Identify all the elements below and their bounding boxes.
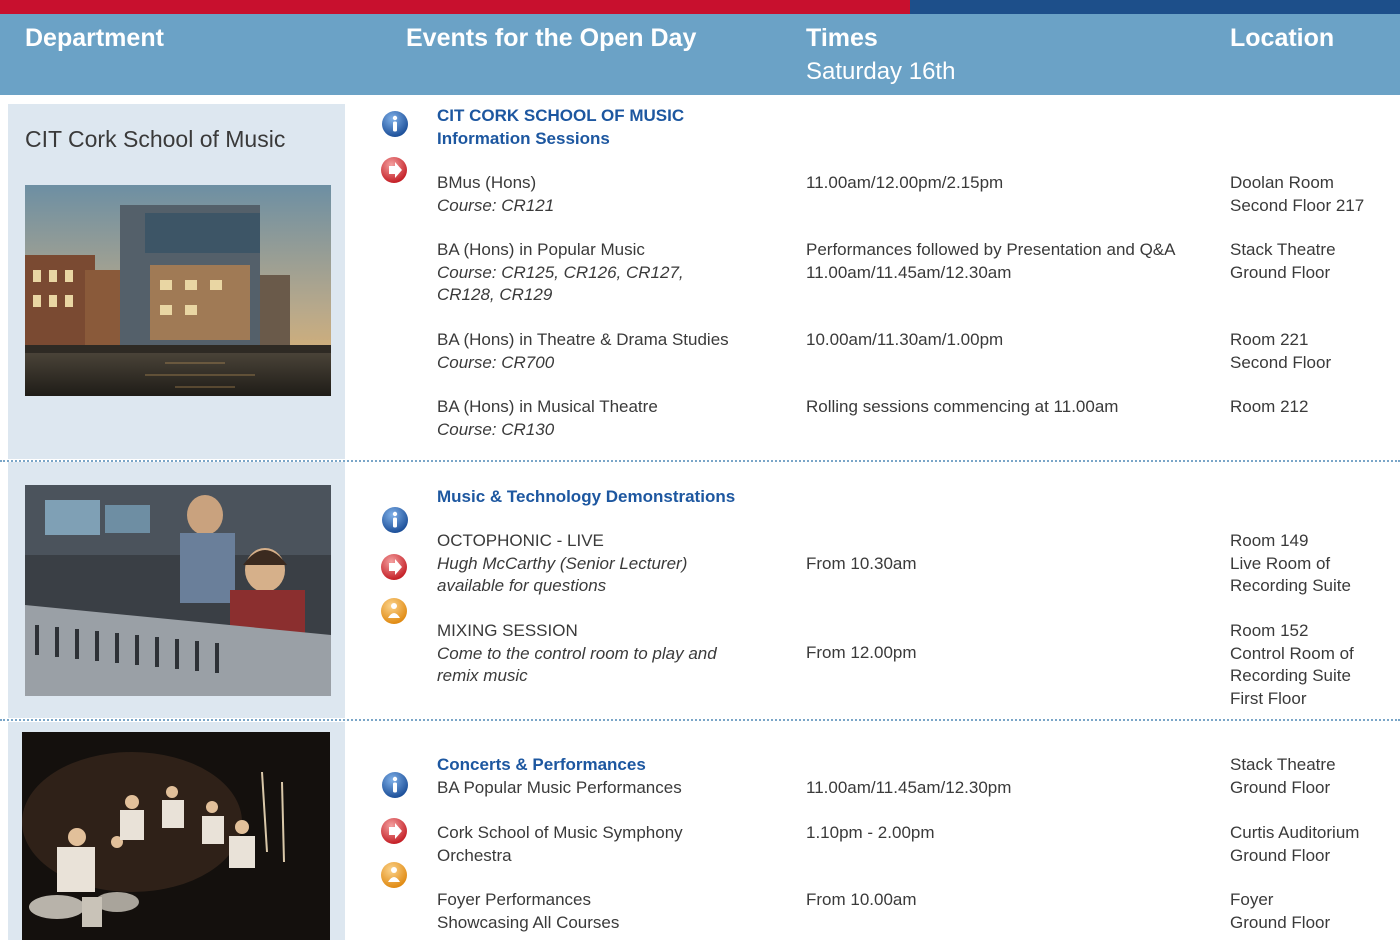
location-cell: Room 149 Live Room of Recording Suite: [1230, 530, 1351, 598]
time-cell: Performances followed by Presentation an…: [806, 239, 1175, 284]
location-cell: Doolan Room Second Floor 217: [1230, 172, 1364, 217]
event-cell: OCTOPHONIC - LIVE Hugh McCarthy (Senior …: [437, 530, 797, 598]
event-cell: BA Popular Music Performances: [437, 777, 797, 800]
course-code: Course: CR125, CR126, CR127,: [437, 262, 684, 282]
event-note: Hugh McCarthy (Senior Lecturer): [437, 553, 688, 573]
event-title: BA (Hons) in Popular Music: [437, 240, 645, 259]
event-title: Showcasing All Courses: [437, 912, 620, 932]
info-icon: [380, 109, 410, 139]
location-line: First Floor: [1230, 688, 1307, 708]
person-icon: [379, 860, 409, 890]
location-cell: Room 152 Control Room of Recording Suite…: [1230, 620, 1354, 710]
event-cell: BA (Hons) in Theatre & Drama Studies Cou…: [437, 329, 797, 374]
header-times: Times: [806, 24, 878, 52]
event-title: BA (Hons) in Theatre & Drama Studies: [437, 330, 729, 349]
event-note: Come to the control room to play and: [437, 643, 717, 663]
event-title: BA Popular Music Performances: [437, 778, 682, 797]
department-name: CIT Cork School of Music: [25, 126, 286, 152]
location-line: Stack Theatre: [1230, 755, 1336, 774]
location-line: Room 149: [1230, 531, 1309, 550]
section-heading-info: CIT CORK SCHOOL OF MUSIC Information Ses…: [437, 105, 684, 150]
arrow-icon: [379, 816, 409, 846]
event-title: Foyer Performances: [437, 890, 591, 909]
header-events: Events for the Open Day: [406, 24, 697, 52]
person-icon: [379, 596, 409, 626]
location-cell: Stack Theatre Ground Floor: [1230, 239, 1336, 284]
location-line: Room 152: [1230, 621, 1309, 640]
event-title: OCTOPHONIC - LIVE: [437, 531, 604, 550]
time-cell: From 10.30am: [806, 554, 917, 573]
section-heading-concerts: Concerts & Performances: [437, 755, 646, 774]
event-cell: Foyer Performances Showcasing All Course…: [437, 889, 797, 934]
header-location: Location: [1230, 24, 1335, 52]
location-line: Control Room of: [1230, 643, 1354, 663]
building-photo: [25, 185, 331, 396]
top-red-bar: [0, 0, 910, 14]
event-title: BA (Hons) in Musical Theatre: [437, 397, 658, 416]
arrow-icon: [379, 552, 409, 582]
event-cell: BMus (Hons) Course: CR121: [437, 172, 797, 217]
info-icon: [380, 770, 410, 800]
location-line: Doolan Room: [1230, 173, 1334, 192]
course-code: Course: CR700: [437, 352, 555, 372]
time-cell: From 10.00am: [806, 890, 917, 909]
location-line: Ground Floor: [1230, 777, 1331, 797]
info-icon: [380, 505, 410, 535]
course-code: Course: CR130: [437, 419, 555, 439]
location-line: Recording Suite: [1230, 666, 1351, 685]
event-note: available for questions: [437, 576, 607, 595]
location-line: Curtis Auditorium: [1230, 823, 1360, 842]
time-cell: 11.00am/12.00pm/2.15pm: [806, 173, 1004, 192]
location-cell: Stack Theatre Ground Floor: [1230, 754, 1336, 799]
course-code: CR128, CR129: [437, 285, 553, 304]
event-title: Orchestra: [437, 845, 512, 865]
section-heading-tech: Music & Technology Demonstrations: [437, 487, 736, 506]
event-title: Cork School of Music Symphony: [437, 823, 683, 842]
time-line: 11.00am/11.45am/12.30am: [806, 262, 1012, 282]
location-line: Second Floor: [1230, 352, 1332, 372]
location-line: Ground Floor: [1230, 262, 1331, 282]
concert-photo: [22, 732, 330, 940]
location-line: Room 212: [1230, 397, 1309, 416]
location-line: Stack Theatre: [1230, 240, 1336, 259]
course-code: Course: CR121: [437, 195, 555, 215]
location-line: Ground Floor: [1230, 912, 1331, 932]
section-heading-line: CIT CORK SCHOOL OF MUSIC: [437, 106, 685, 125]
event-title: MIXING SESSION: [437, 621, 578, 640]
section-divider: [0, 460, 1400, 462]
time-cell: From 12.00pm: [806, 643, 917, 662]
top-blue-bar: [910, 0, 1400, 14]
event-cell: BA (Hons) in Musical Theatre Course: CR1…: [437, 396, 797, 441]
location-line: Room 221: [1230, 330, 1309, 349]
time-cell: 10.00am/11.30am/1.00pm: [806, 330, 1004, 349]
location-cell: Curtis Auditorium Ground Floor: [1230, 822, 1359, 867]
location-line: Live Room of: [1230, 553, 1331, 573]
time-cell: Rolling sessions commencing at 11.00am: [806, 397, 1119, 416]
event-cell: MIXING SESSION Come to the control room …: [437, 620, 797, 688]
location-line: Recording Suite: [1230, 576, 1351, 595]
header-department: Department: [25, 24, 164, 52]
location-cell: Room 212: [1230, 396, 1308, 419]
arrow-icon: [379, 155, 409, 185]
time-line: Performances followed by Presentation an…: [806, 240, 1176, 259]
location-cell: Room 221 Second Floor: [1230, 329, 1331, 374]
mixing-desk-photo: [25, 485, 331, 696]
location-line: Ground Floor: [1230, 845, 1331, 865]
section-heading-line: Information Sessions: [437, 128, 610, 148]
table-header: Department Events for the Open Day Times…: [0, 14, 1400, 95]
time-cell: 11.00am/11.45am/12.30pm: [806, 778, 1012, 797]
section-divider: [0, 719, 1400, 721]
header-times-date: Saturday 16th: [806, 58, 956, 85]
event-cell: Cork School of Music Symphony Orchestra: [437, 822, 797, 867]
event-note: remix music: [437, 666, 528, 685]
location-cell: Foyer Ground Floor: [1230, 889, 1330, 934]
event-cell: BA (Hons) in Popular Music Course: CR125…: [437, 239, 797, 307]
time-cell: 1.10pm - 2.00pm: [806, 823, 935, 842]
location-line: Second Floor 217: [1230, 195, 1365, 215]
location-line: Foyer: [1230, 890, 1274, 909]
event-title: BMus (Hons): [437, 173, 537, 192]
